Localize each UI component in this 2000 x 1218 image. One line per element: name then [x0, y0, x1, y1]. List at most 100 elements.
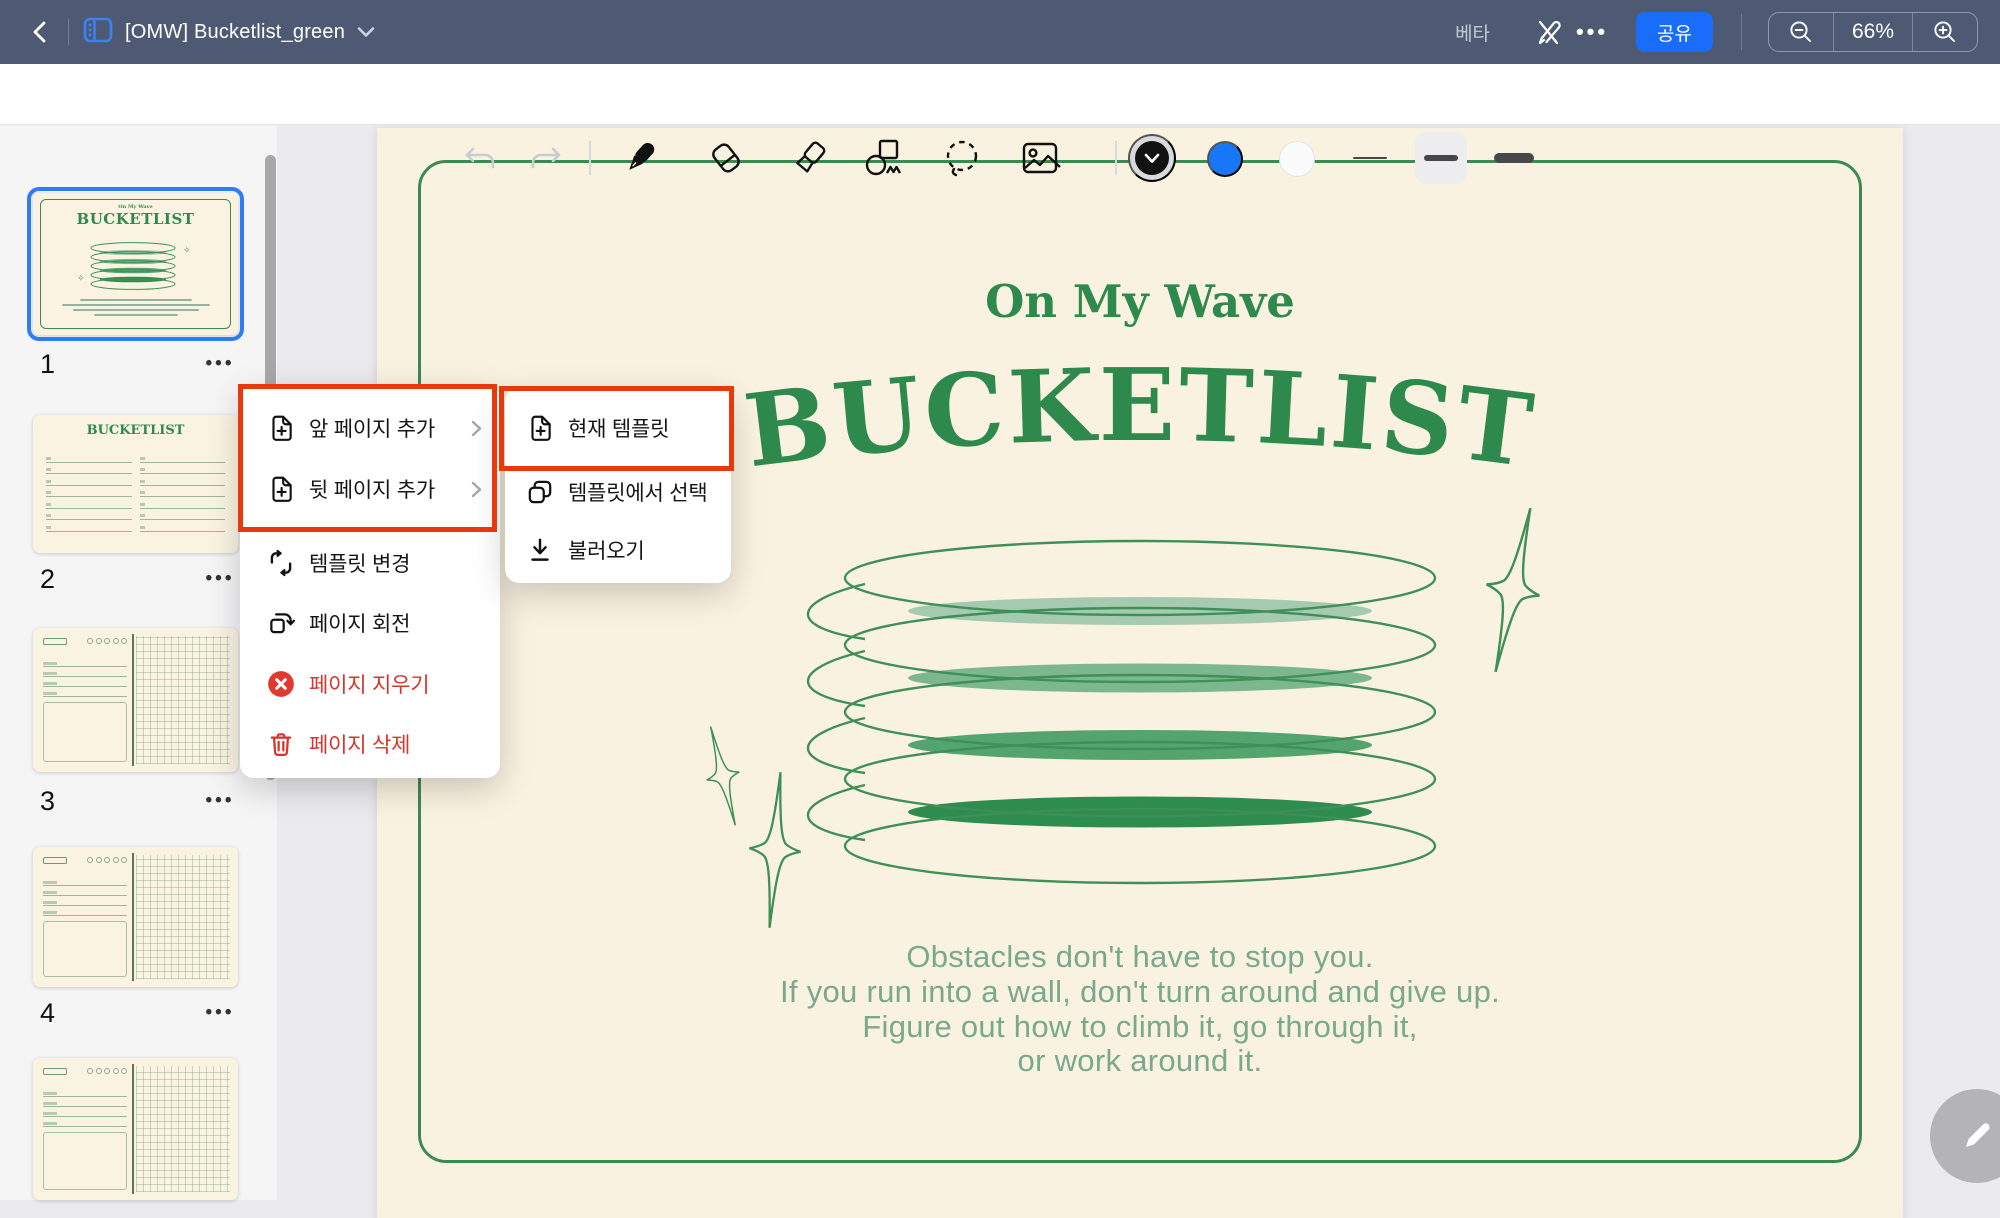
- thumb-title-text: BUCKETLIST: [33, 423, 238, 438]
- thumb-planner-grid: [136, 855, 230, 979]
- toolbar-divider: [1115, 141, 1117, 175]
- undo-icon: [463, 143, 497, 173]
- page-3-options-button[interactable]: •••: [196, 790, 244, 812]
- menu-item-delete-page[interactable]: 페이지 삭제: [240, 720, 500, 768]
- eraser-tool-button[interactable]: [702, 134, 750, 182]
- pen-slash-icon: [1532, 16, 1564, 48]
- thumb-planner-divider: [132, 853, 134, 981]
- menu-item-add-page-after[interactable]: 뒷 페이지 추가: [240, 465, 500, 513]
- shapes-tool-button[interactable]: [860, 134, 908, 182]
- quote-line: Obstacles don't have to stop you.: [377, 940, 1903, 975]
- redo-icon: [529, 143, 563, 173]
- thumb-quote-line: [73, 309, 199, 311]
- page-thumbnails-sidebar: On My Wave BUCKETLIST ✧ ✧ 1 ••• BUCKETLI…: [0, 125, 277, 1200]
- medium-line: [1424, 155, 1458, 162]
- thin-line: [1353, 157, 1387, 160]
- pen-tool-button[interactable]: [616, 134, 664, 182]
- page-number-label: 3: [40, 786, 55, 817]
- thumb-planner-divider: [132, 1064, 134, 1194]
- canvas-area[interactable]: On My Wave BUCKETLIST: [277, 125, 2000, 1200]
- stroke-width-thin[interactable]: [1344, 132, 1396, 184]
- page-thumbnail-4[interactable]: [33, 847, 238, 987]
- notebook-page[interactable]: On My Wave BUCKETLIST: [377, 128, 1903, 1218]
- zoom-in-button[interactable]: [1913, 13, 1977, 51]
- add-page-submenu: 현재 템플릿 템플릿에서 선택 불러오기: [505, 388, 731, 583]
- zoom-level: 66%: [1833, 13, 1913, 51]
- pen-mode-button[interactable]: [1526, 10, 1570, 54]
- page-context-menu: 앞 페이지 추가 뒷 페이지 추가 템플릿 변경: [240, 385, 500, 778]
- quote-line: If you run into a wall, don't turn aroun…: [377, 975, 1903, 1010]
- page-4-options-button[interactable]: •••: [196, 1002, 244, 1024]
- document-title: [OMW] Bucketlist_green: [125, 21, 345, 44]
- page-thumbnail-5[interactable]: [33, 1058, 238, 1200]
- share-button[interactable]: 공유: [1636, 12, 1713, 52]
- more-options-button[interactable]: •••: [1570, 10, 1614, 54]
- quote-line: Figure out how to climb it, go through i…: [377, 1010, 1903, 1045]
- page-number-label: 2: [40, 564, 55, 595]
- pencil-icon: [1955, 1114, 1999, 1158]
- lasso-tool-button[interactable]: [938, 134, 986, 182]
- thumb-planner-grid: [136, 1066, 230, 1192]
- page-number-label: 4: [40, 998, 55, 1029]
- page-thumbnail-1[interactable]: On My Wave BUCKETLIST ✧ ✧: [33, 193, 238, 335]
- menu-item-clear-page[interactable]: 페이지 지우기: [240, 660, 500, 708]
- thumb-quote-line: [62, 304, 210, 306]
- shapes-icon: [863, 137, 905, 179]
- chevron-right-icon: [471, 481, 482, 503]
- page-add-icon: [266, 474, 296, 504]
- menu-item-rotate-page[interactable]: 페이지 회전: [240, 599, 500, 647]
- selected-color: [1135, 141, 1169, 175]
- topbar-divider: [1741, 14, 1742, 50]
- lasso-icon: [941, 137, 983, 179]
- sidebar-toggle-icon[interactable]: [83, 17, 113, 48]
- image-tool-button[interactable]: [1016, 134, 1064, 182]
- topbar: [OMW] Bucketlist_green 베타 ••• 공유: [0, 0, 2000, 64]
- stroke-width-medium-selected[interactable]: [1415, 132, 1467, 184]
- toolbar-divider: [589, 141, 591, 175]
- zoom-out-button[interactable]: [1769, 13, 1833, 51]
- trash-icon: [266, 729, 296, 759]
- color-swatch-black-selected[interactable]: [1128, 134, 1176, 182]
- highlighter-tool-button[interactable]: [786, 134, 834, 182]
- page-2-options-button[interactable]: •••: [196, 568, 244, 590]
- submenu-item-current-template[interactable]: 현재 템플릿: [505, 404, 731, 452]
- chevron-left-icon: [29, 19, 51, 45]
- thumb-quote-line: [80, 299, 192, 301]
- page-1-options-button[interactable]: •••: [196, 353, 244, 375]
- thumb-planner-grid: [136, 636, 230, 764]
- page-add-icon: [266, 413, 296, 443]
- sparkle-star-icon: ✧: [183, 245, 191, 256]
- menu-item-change-template[interactable]: 템플릿 변경: [240, 539, 500, 587]
- topbar-divider: [68, 19, 69, 45]
- page-thumbnail-2[interactable]: BUCKETLIST: [33, 415, 238, 553]
- sparkle-star-icon: ✧: [77, 273, 85, 284]
- chevron-down-icon: [1144, 153, 1160, 164]
- color-swatch-white[interactable]: [1279, 141, 1315, 177]
- magnifier-minus-icon: [1787, 18, 1815, 46]
- page-add-icon: [525, 413, 555, 443]
- submenu-item-import[interactable]: 불러오기: [505, 526, 731, 574]
- page-thumbnail-3[interactable]: [33, 628, 238, 772]
- stroke-width-thick[interactable]: [1488, 132, 1540, 184]
- page-quote: Obstacles don't have to stop you. If you…: [377, 940, 1903, 1079]
- eraser-icon: [706, 138, 746, 178]
- image-icon: [1019, 137, 1061, 179]
- submenu-item-select-from-template[interactable]: 템플릿에서 선택: [505, 468, 731, 516]
- thumb-list-rows: [46, 451, 225, 532]
- page-rotate-icon: [266, 608, 296, 638]
- thumb-planner-divider: [132, 634, 134, 766]
- document-title-menu[interactable]: [OMW] Bucketlist_green: [83, 17, 375, 48]
- menu-item-add-page-before[interactable]: 앞 페이지 추가: [240, 404, 500, 452]
- toolbar: [0, 64, 2000, 125]
- redo-button[interactable]: [522, 134, 570, 182]
- undo-button[interactable]: [456, 134, 504, 182]
- svg-text:BUCKETLIST: BUCKETLIST: [738, 346, 1541, 490]
- chevron-right-icon: [471, 420, 482, 442]
- back-button[interactable]: [18, 10, 62, 54]
- thumb-planner-left: [41, 1066, 129, 1192]
- color-swatch-blue[interactable]: [1207, 141, 1243, 177]
- magnifier-plus-icon: [1931, 18, 1959, 46]
- highlighter-icon: [790, 138, 830, 178]
- thumb-quote-line: [94, 314, 178, 316]
- page-brand-text: On My Wave: [377, 275, 1903, 328]
